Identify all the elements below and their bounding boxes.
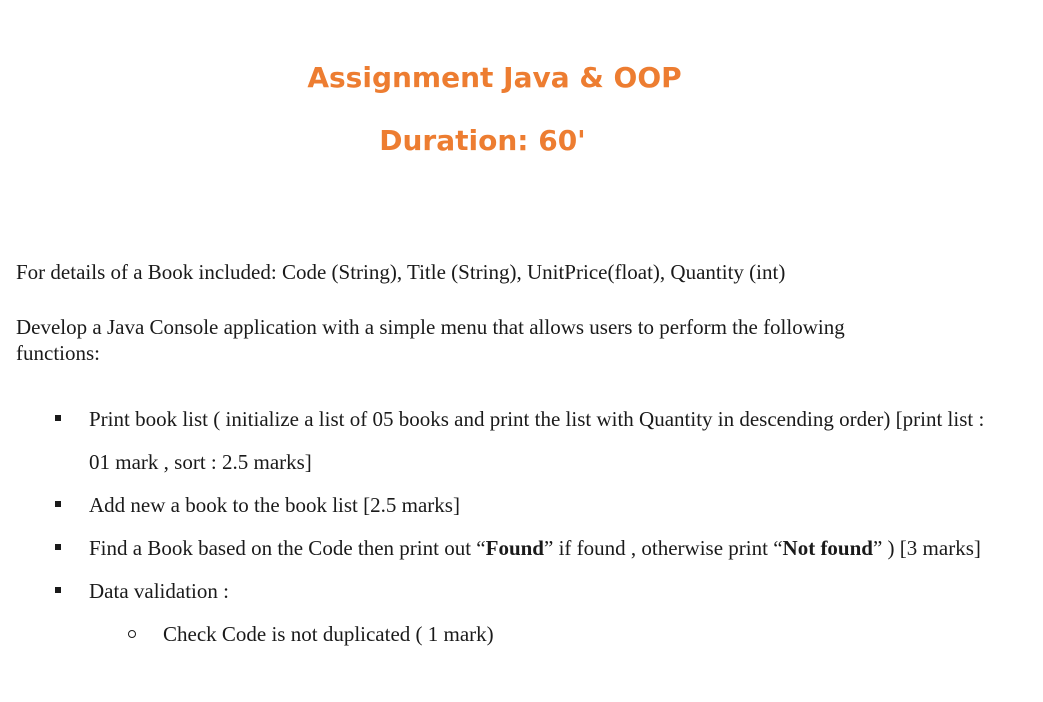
circle-bullet-icon (128, 630, 136, 638)
requirements-list: Print book list ( initialize a list of 0… (0, 398, 1000, 656)
duration-heading: Duration: 60' (379, 124, 586, 157)
list-item: Check Code is not duplicated ( 1 mark) (0, 613, 1000, 656)
add-book-requirement: Add new a book to the book list [2.5 mar… (89, 493, 460, 517)
list-item: Print book list ( initialize a list of 0… (0, 398, 1000, 484)
square-bullet-icon (55, 501, 61, 507)
duplicate-code-check: Check Code is not duplicated ( 1 mark) (163, 622, 494, 646)
found-keyword: Found (485, 536, 544, 560)
validation-sub-list: Check Code is not duplicated ( 1 mark) (89, 613, 1000, 656)
square-bullet-icon (55, 544, 61, 550)
develop-paragraph: Develop a Java Console application with … (16, 315, 845, 365)
not-found-keyword: Not found (782, 536, 873, 560)
find-book-text-middle: ” if found , otherwise print “ (544, 536, 783, 560)
list-item: Add new a book to the book list [2.5 mar… (0, 484, 1000, 527)
book-details-paragraph: For details of a Book included: Code (St… (16, 260, 786, 284)
assignment-title: Assignment Java & OOP (307, 61, 682, 94)
find-book-text-start: Find a Book based on the Code then print… (89, 536, 486, 560)
find-book-requirement: Find a Book based on the Code then print… (89, 536, 981, 560)
find-book-text-end: ” ) [3 marks] (872, 536, 981, 560)
data-validation-requirement: Data validation : (89, 579, 229, 603)
list-item: Data validation : Check Code is not dupl… (0, 570, 1000, 656)
print-list-requirement: Print book list ( initialize a list of 0… (89, 407, 985, 474)
list-item: Find a Book based on the Code then print… (0, 527, 1000, 570)
square-bullet-icon (55, 587, 61, 593)
square-bullet-icon (55, 415, 61, 421)
